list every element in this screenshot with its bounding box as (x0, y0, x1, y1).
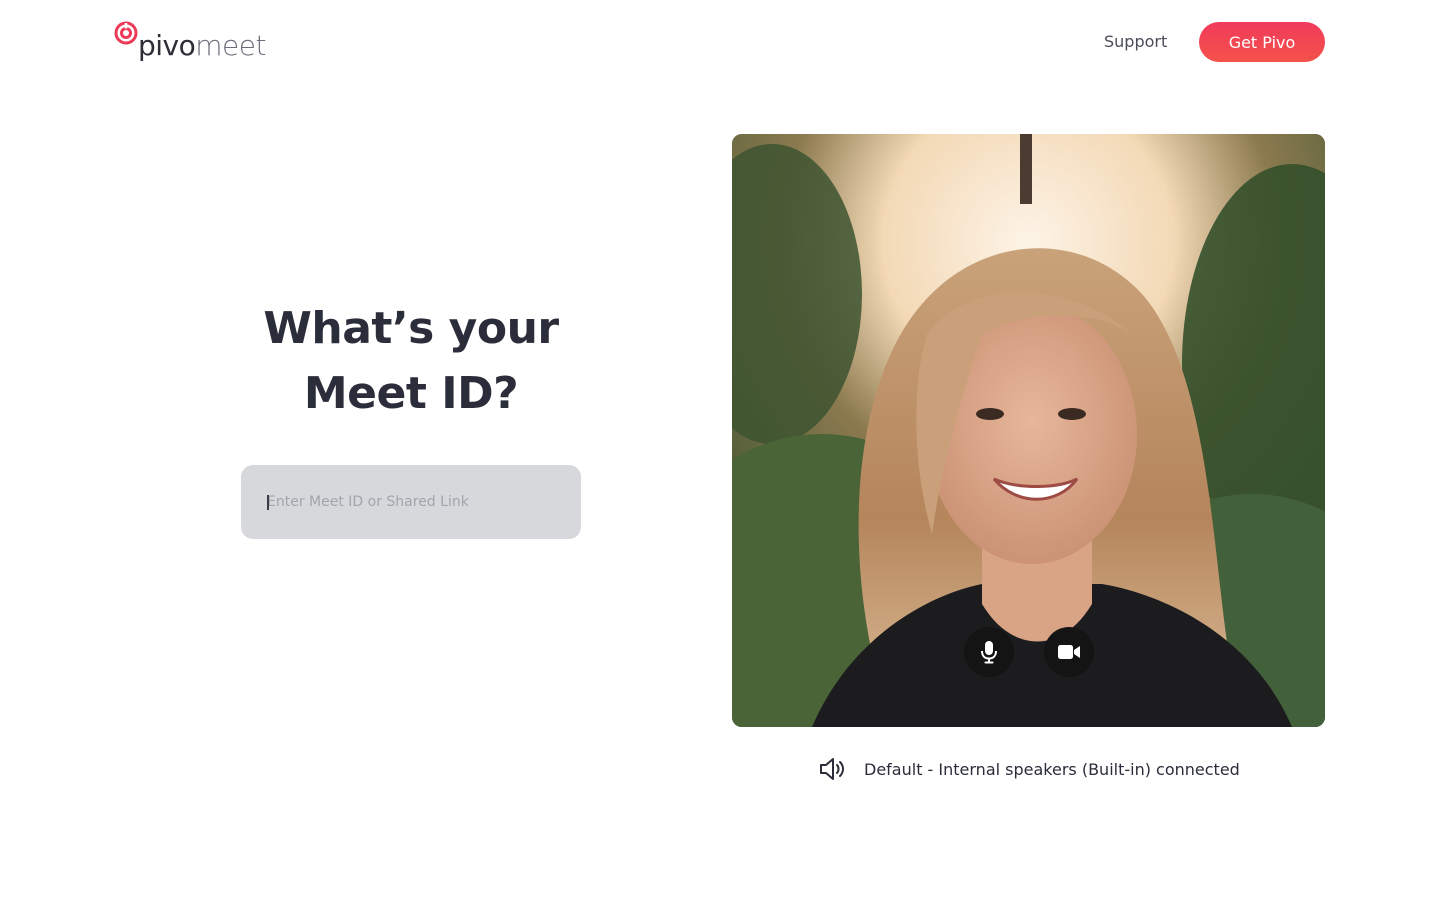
page-title-line-1: What’s your (263, 303, 559, 354)
top-header: pivomeet Support Get Pivo (0, 0, 1440, 90)
support-link[interactable]: Support (1104, 31, 1167, 53)
speaker-icon (818, 756, 846, 782)
video-camera-icon (1058, 645, 1080, 659)
logo-wordmark: pivomeet (138, 29, 266, 63)
camera-toggle-button[interactable] (1044, 627, 1094, 677)
logo-pivo-text: pivo (138, 29, 196, 62)
logo-meet-text: meet (195, 29, 266, 62)
microphone-icon (981, 641, 997, 664)
microphone-toggle-button[interactable] (964, 627, 1014, 677)
meet-id-field-container (241, 465, 581, 539)
page-title: What’s your Meet ID? (241, 296, 581, 426)
audio-output-status: Default - Internal speakers (Built-in) c… (818, 756, 1240, 782)
camera-preview-image (732, 134, 1325, 727)
get-pivo-button[interactable]: Get Pivo (1199, 22, 1325, 62)
text-caret (267, 495, 269, 510)
page-title-line-2: Meet ID? (303, 368, 519, 419)
meet-id-input[interactable] (267, 465, 567, 539)
audio-output-label: Default - Internal speakers (Built-in) c… (864, 759, 1240, 779)
camera-preview (732, 134, 1325, 727)
